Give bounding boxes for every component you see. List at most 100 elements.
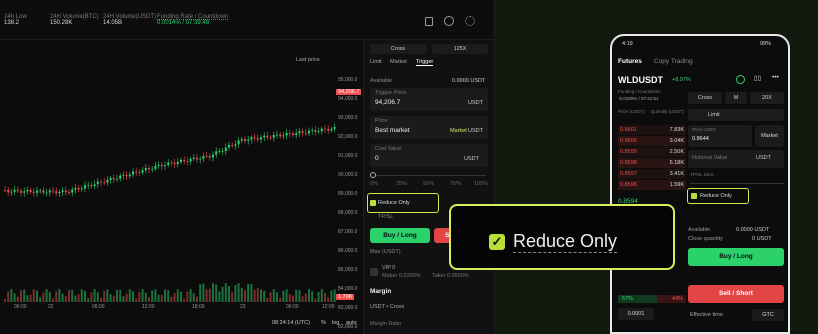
orderbook-ask-row[interactable]: 0.8601 7.83K (618, 125, 686, 135)
candle-body (215, 151, 218, 155)
candle-body (256, 138, 259, 140)
sell-short-button[interactable]: Sell / Short (688, 285, 784, 303)
notional-value-field[interactable]: Notional Value USDT (688, 150, 784, 168)
gear-icon[interactable] (465, 16, 475, 26)
candle-body (263, 135, 266, 138)
pct-75[interactable]: 75% (450, 181, 461, 187)
volume-bar (106, 289, 109, 302)
tab-copy-trading[interactable]: Copy Trading (654, 58, 693, 65)
pair-symbol[interactable]: WLDUSDT (618, 75, 663, 85)
percent-slider[interactable] (372, 175, 486, 176)
scale-log[interactable]: log (332, 320, 339, 326)
leverage-selector[interactable]: 20X (750, 92, 784, 104)
market-stats-bar: 24h Low 138.2 24H Volume(BTC) 150.28K 24… (0, 0, 494, 40)
price-field[interactable]: Price Best market Market USDT (370, 116, 488, 139)
candlestick-chart[interactable]: Last price 95,000.0 94,000.0 93,000.0 92,00… (0, 40, 363, 334)
trigger-price-field[interactable]: Trigger Price 94,206.7 USDT (370, 88, 488, 111)
volume-bar (186, 291, 189, 302)
candle-body (205, 155, 208, 157)
orderbook-ask-row[interactable]: 0.8596 1.59K (618, 180, 686, 190)
orderbook-ask-row[interactable]: 0.8600 3.04K (618, 136, 686, 146)
pct-0[interactable]: 0% (370, 181, 378, 187)
utc-time: 08:24:14 (UTC) (272, 320, 310, 326)
leverage-label: 20X (762, 95, 772, 101)
y-tick-label: 93,000.0 (338, 115, 358, 121)
leverage-selector[interactable]: 125X (432, 44, 488, 54)
candle-body (45, 192, 48, 194)
price-input-field[interactable]: Price USDT 0.8644 (688, 125, 752, 147)
order-entry-panel: Cross 125X Limit Market Trigger Availabl… (363, 40, 494, 334)
cost-value-field[interactable]: Cost Value 0 USDT (370, 144, 488, 167)
x-tick-label: 18:00 (192, 304, 205, 310)
depth-precision-selector[interactable]: 0.0001 (618, 308, 654, 320)
candle-body (272, 135, 275, 138)
volume-bar (282, 290, 285, 302)
margin-ratio-label: Margin Ratio (370, 321, 402, 327)
buy-long-button[interactable]: Buy / Long (688, 248, 784, 266)
clock-icon[interactable] (444, 16, 454, 26)
margin-mode-selector[interactable]: Cross (370, 44, 426, 54)
price-market-toggle[interactable]: Market (450, 128, 467, 134)
tab-futures[interactable]: Futures (618, 58, 642, 65)
ratio-buy: 57% (622, 296, 634, 302)
candle-body (330, 128, 333, 131)
candle-body (36, 190, 38, 193)
scale-percent[interactable]: % (321, 320, 326, 326)
candle-body (247, 139, 250, 141)
scale-auto[interactable]: auto (346, 320, 357, 326)
tpsl-label[interactable]: TP/SL (378, 214, 393, 220)
candle-body (202, 155, 205, 159)
effective-time-selector[interactable]: GTC (752, 309, 784, 321)
buy-long-button[interactable]: Buy / Long (370, 228, 430, 243)
more-icon[interactable]: ••• (772, 74, 779, 81)
last-price-tag: 94,206.7 (336, 89, 362, 95)
pct-100[interactable]: 100% (474, 181, 488, 187)
candle-body (218, 151, 221, 153)
orderbook-ask-row[interactable]: 0.8598 5.18K (618, 158, 686, 168)
candle-body (151, 168, 154, 170)
reduce-only-checkbox[interactable] (691, 193, 697, 199)
price-input-value: 0.8644 (692, 136, 709, 142)
slider-handle[interactable] (370, 172, 376, 178)
volume-bar (20, 290, 22, 302)
position-mode-selector[interactable]: M (725, 92, 747, 104)
price-type-selector[interactable]: Last price (296, 57, 320, 63)
order-type-selector[interactable]: Limit (688, 109, 784, 121)
pct-50[interactable]: 50% (423, 181, 434, 187)
chart-icon[interactable] (736, 75, 745, 84)
reduce-only-checkbox[interactable] (370, 200, 376, 206)
volume-bar (176, 289, 179, 302)
pct-25[interactable]: 25% (396, 181, 407, 187)
volume-bar (119, 290, 122, 302)
volume-bar (269, 292, 272, 302)
volume-bar (224, 283, 227, 302)
candle-body (170, 162, 173, 164)
percent-slider[interactable] (690, 183, 784, 184)
tab-market[interactable]: Market (390, 59, 407, 65)
volume-bar (77, 294, 80, 302)
ask-qty: 5.18K (669, 160, 684, 166)
candle-body (276, 134, 278, 136)
orderbook-ask-row[interactable]: 0.8599 2.50K (618, 147, 686, 157)
candle-body (231, 145, 234, 146)
volume-bar (48, 291, 51, 302)
ask-qty: 3.41K (669, 171, 684, 177)
ask-qty: 3.04K (669, 138, 684, 144)
orderbook-ask-row[interactable]: 0.8597 3.41K (618, 169, 686, 179)
margin-mode-line: USDT • Cross (370, 304, 405, 310)
market-button[interactable]: Market (755, 125, 784, 147)
candle-body (23, 191, 26, 193)
tab-trigger[interactable]: Trigger (416, 59, 434, 66)
calculator-icon[interactable] (425, 17, 433, 26)
ask-price: 0.8596 (620, 182, 637, 188)
margin-mode-selector[interactable]: Cross (688, 92, 722, 104)
volume-bar (212, 283, 214, 302)
trigger-price-value: 94,206.7 (375, 99, 401, 106)
tpsl-label[interactable]: TP/SL WLD (690, 172, 714, 177)
candle-body (240, 139, 243, 141)
tab-limit[interactable]: Limit (370, 59, 382, 65)
candle-body (176, 162, 179, 165)
volume-bar (128, 289, 131, 302)
candle-body (144, 168, 147, 171)
compare-icon[interactable]: ▯▯ (754, 74, 761, 82)
